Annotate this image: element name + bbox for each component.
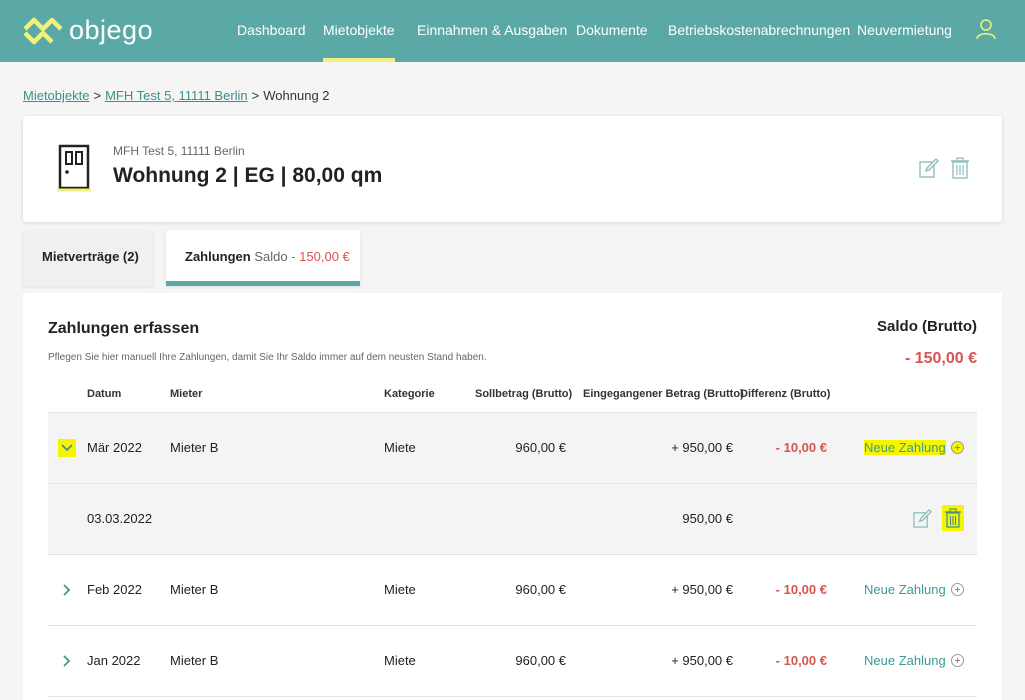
saldo-label: Saldo (Brutto) xyxy=(877,318,977,335)
cell-kategorie: Miete xyxy=(384,653,416,668)
edit-icon[interactable] xyxy=(913,509,932,528)
cell-mieter: Mieter B xyxy=(170,440,219,455)
column-header-differenz: Differenz (Brutto) xyxy=(740,388,831,400)
table-row[interactable]: Feb 2022 Mieter B Miete 960,00 € + 950,0… xyxy=(48,554,977,626)
cell-eingegangener-betrag: + 950,00 € xyxy=(671,582,733,597)
new-payment-label: Neue Zahlung xyxy=(864,440,946,455)
column-header-kategorie: Kategorie xyxy=(384,388,435,400)
table-row[interactable]: Jan 2022 Mieter B Miete 960,00 € + 950,0… xyxy=(48,625,977,697)
top-navigation: objego Dashboard Mietobjekte Einnahmen &… xyxy=(0,0,1025,62)
nav-betriebskostenabrechnungen[interactable]: Betriebskostenabrechnungen xyxy=(668,0,850,62)
table-divider xyxy=(48,696,977,698)
page-title: Wohnung 2 | EG | 80,00 qm xyxy=(113,164,383,187)
chevron-right-icon[interactable] xyxy=(58,652,76,670)
nav-einnahmen-ausgaben[interactable]: Einnahmen & Ausgaben xyxy=(417,0,567,62)
cell-betrag: 950,00 € xyxy=(682,511,733,526)
chevron-down-icon[interactable] xyxy=(58,439,76,457)
breadcrumb-link-mietobjekte[interactable]: Mietobjekte xyxy=(23,88,89,103)
breadcrumb: Mietobjekte > MFH Test 5, 11111 Berlin > Woh… xyxy=(23,88,330,103)
door-icon xyxy=(57,144,91,192)
cell-kategorie: Miete xyxy=(384,440,416,455)
column-header-datum: Datum xyxy=(87,388,122,400)
brand-logo[interactable]: objego xyxy=(23,14,153,46)
cell-sollbetrag: 960,00 € xyxy=(515,653,566,668)
tab-saldo-label: Saldo xyxy=(254,249,288,264)
user-icon[interactable] xyxy=(975,18,997,40)
cell-differenz: - 10,00 € xyxy=(775,440,827,455)
tab-zahlungen[interactable]: Zahlungen Saldo - 150,00 € xyxy=(166,230,360,286)
payments-panel: Zahlungen erfassen Pflegen Sie hier manu… xyxy=(23,293,1002,700)
table-row[interactable]: Mär 2022 Mieter B Miete 960,00 € + 950,0… xyxy=(48,412,977,484)
nav-mietobjekte[interactable]: Mietobjekte xyxy=(323,0,395,62)
edit-icon[interactable] xyxy=(919,158,939,178)
unit-address: MFH Test 5, 11111 Berlin xyxy=(113,144,245,158)
cell-eingegangener-betrag: + 950,00 € xyxy=(671,653,733,668)
plus-circle-icon xyxy=(950,583,964,597)
plus-circle-icon xyxy=(950,441,964,455)
cell-datum: Feb 2022 xyxy=(87,582,142,597)
cell-datum: Mär 2022 xyxy=(87,440,142,455)
nav-neuvermietung[interactable]: Neuvermietung xyxy=(857,0,952,62)
cell-mieter: Mieter B xyxy=(170,582,219,597)
breadcrumb-link-building[interactable]: MFH Test 5, 11111 Berlin xyxy=(105,88,248,103)
breadcrumb-current: Wohnung 2 xyxy=(263,88,330,103)
tab-saldo-value: - 150,00 € xyxy=(291,249,350,264)
breadcrumb-separator: > xyxy=(251,88,260,103)
cell-sollbetrag: 960,00 € xyxy=(515,440,566,455)
tab-mietvertraege[interactable]: Mietverträge (2) xyxy=(23,230,153,286)
cell-mieter: Mieter B xyxy=(170,653,219,668)
column-header-mieter: Mieter xyxy=(170,388,203,400)
cell-differenz: - 10,00 € xyxy=(775,653,827,668)
new-payment-label: Neue Zahlung xyxy=(864,653,946,668)
column-header-sollbetrag: Sollbetrag (Brutto) xyxy=(475,388,573,400)
cell-sollbetrag: 960,00 € xyxy=(515,582,566,597)
new-payment-button[interactable]: Neue Zahlung xyxy=(864,413,964,483)
cell-datum: Jan 2022 xyxy=(87,653,141,668)
tab-zahlungen-label: Zahlungen xyxy=(185,249,251,264)
breadcrumb-separator: > xyxy=(93,88,102,103)
plus-circle-icon xyxy=(950,654,964,668)
cell-kategorie: Miete xyxy=(384,582,416,597)
new-payment-button[interactable]: Neue Zahlung xyxy=(864,555,964,625)
nav-dashboard[interactable]: Dashboard xyxy=(237,0,306,62)
nav-dokumente[interactable]: Dokumente xyxy=(576,0,648,62)
payment-detail-row: 03.03.2022 950,00 € xyxy=(48,483,977,555)
unit-header-card: MFH Test 5, 11111 Berlin Wohnung 2 | EG … xyxy=(23,116,1002,222)
column-header-eingegangener-betrag: Eingegangener Betrag (Brutto) xyxy=(583,388,744,400)
new-payment-label: Neue Zahlung xyxy=(864,582,946,597)
cell-eingegangener-betrag: + 950,00 € xyxy=(671,440,733,455)
new-payment-button[interactable]: Neue Zahlung xyxy=(864,626,964,696)
trash-icon[interactable] xyxy=(942,505,964,531)
cell-zahlungsdatum: 03.03.2022 xyxy=(87,511,153,526)
saldo-value: - 150,00 € xyxy=(904,350,977,367)
section-description: Pflegen Sie hier manuell Ihre Zahlungen,… xyxy=(48,352,487,363)
logo-icon xyxy=(23,17,63,45)
chevron-right-icon[interactable] xyxy=(58,581,76,599)
cell-differenz: - 10,00 € xyxy=(775,582,827,597)
section-title: Zahlungen erfassen xyxy=(48,320,200,337)
trash-icon[interactable] xyxy=(951,157,969,179)
brand-name: objego xyxy=(69,14,154,45)
